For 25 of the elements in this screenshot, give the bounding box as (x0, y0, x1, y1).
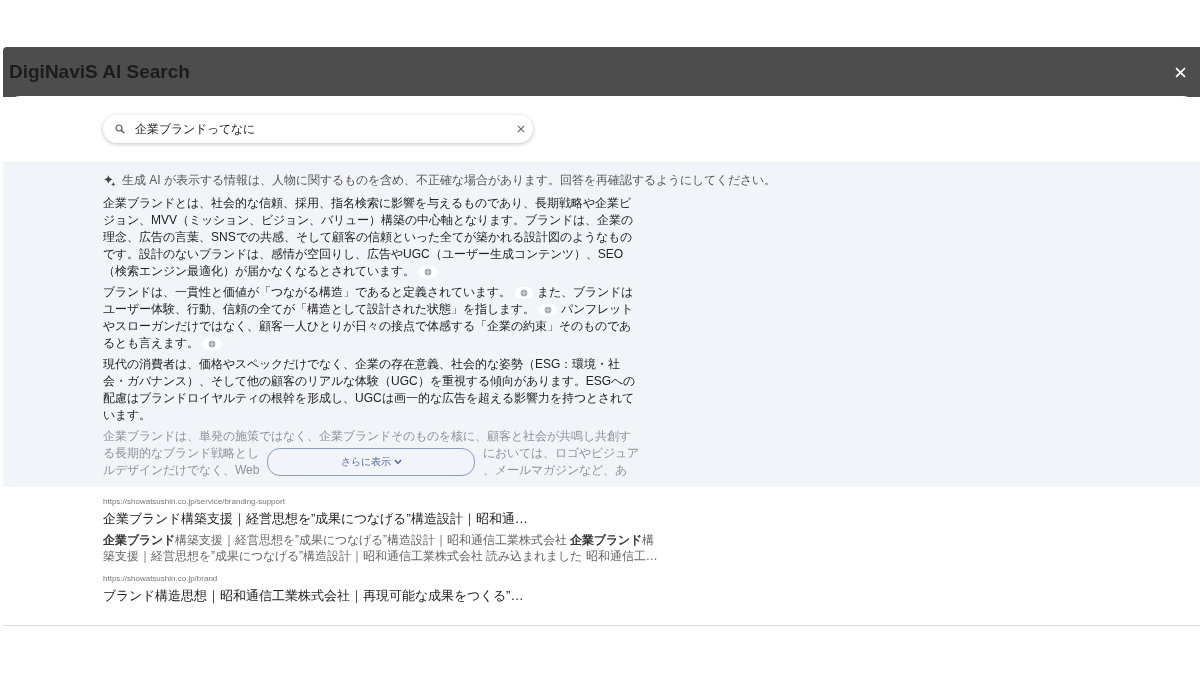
result-title-link[interactable]: 企業ブランド構築支援｜経営思想を”成果につなげる”構造設計｜昭和通… (103, 510, 1200, 528)
show-more-button[interactable]: さらに表示 (267, 448, 475, 476)
source-link-icon[interactable] (203, 337, 221, 350)
source-link-icon[interactable] (539, 303, 557, 316)
search-field[interactable]: 企業ブランドってなに (133, 122, 509, 136)
source-link-icon[interactable] (515, 286, 533, 299)
chevron-down-icon (393, 459, 402, 465)
result-snippet: 企業ブランド構築支援｜経営思想を”成果につなげる”構造設計｜昭和通信工業株式会社 企業ブランド構 (103, 532, 656, 548)
sparkle-icon (103, 174, 116, 187)
answer-paragraph: 企業ブランドとは、社会的な信頼、採用、指名検索に影響を与えるものであり、長期戦略や企業ビジョン、MVV（ミッション、ビジョン、バリュー）構築の中心軸となります。ブランドは、企業の理念、広告の言葉、SNSでの共感、そして顧客の信頼といった全てが築かれる設計図のようなものです。設計のないブランドは、感情が空回りし、広告やUGC（ユーザー生成コンテンツ）、SEO（検索エンジン最適化）が届かなくなるとされています。 (103, 195, 634, 280)
faded-text: 企業ブランドは、単発の施策ではなく、企業ブランドそのものを核に、顧客と社会が共鳴し共創す (103, 429, 631, 443)
disclaimer-text: 生成 AI が表示する情報は、人物に関するものを含め、不正確な場合があります。回答を再確認するようにしてください。 (122, 172, 776, 189)
result-url: https://showatsushin.co.jp/service/branding-support (103, 497, 286, 506)
faded-text: 、メールマガジンなど、あ (483, 462, 628, 479)
source-link-icon[interactable] (419, 265, 437, 278)
result-snippet: 築支援｜経営思想を”成果につなげる”構造設計｜昭和通信工業株式会社 読み込まれました 昭和通信工… (103, 548, 659, 564)
answer-paragraph: ブランドは、一貫性と価値が「つながる構造」であると定義されています。 また、ブランドはユーザー体験、行動、信頼の全てが「構造として設計された状態」を指します。 パンフレットやスローガンだけではなく、顧客一人ひとりが日々の接点で体感する「企業の約束」そのものであるとも言えます。 (103, 284, 634, 352)
search-icon (115, 124, 125, 134)
result-url: https://showatsushin.co.jp/brand (103, 574, 219, 583)
faded-text: ルデザインだけでなく、Web (103, 462, 260, 479)
faded-text: る長期的なブランド戦略とし (103, 445, 260, 462)
result-title-link[interactable]: ブランド構造思想｜昭和通信工業株式会社｜再現可能な成果をつくる”… (103, 587, 1200, 605)
faded-text: においては、ロゴやビジュア (483, 445, 639, 462)
clear-icon[interactable] (517, 125, 525, 133)
answer-paragraph: 現代の消費者は、価格やスペックだけでなく、企業の存在意義、社会的な姿勢（ESG：環境・社会・ガバナンス）、そして他の顧客のリアルな体験（UGC）を重視する傾向があります。ESGへの配慮はブランドロイヤルティの根幹を形成し、UGCは画一的な広告を超える影響力を持つとされています。 (103, 356, 636, 424)
